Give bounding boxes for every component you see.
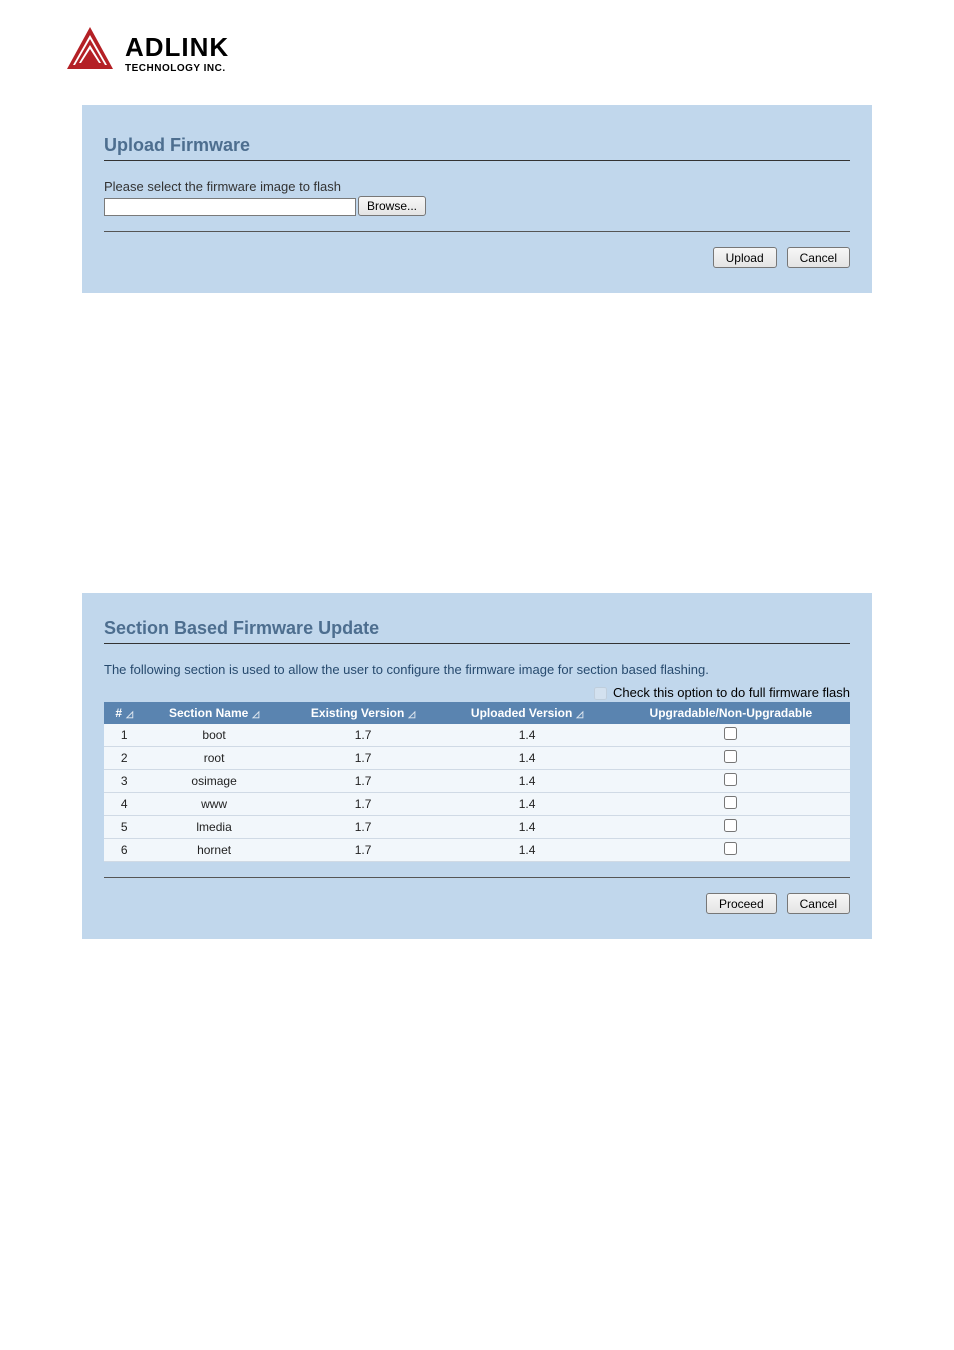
cell-num: 3: [104, 770, 144, 793]
cell-uploaded-version: 1.4: [442, 747, 611, 770]
sort-icon: ◿: [576, 709, 583, 719]
logo-area: ADLINK TECHNOLOGY INC.: [0, 25, 954, 105]
sort-icon: ◿: [252, 709, 259, 719]
table-row: 3osimage1.71.4: [104, 770, 850, 793]
table-row: 5lmedia1.71.4: [104, 816, 850, 839]
cell-section-name: root: [144, 747, 283, 770]
logo-brand: ADLINK: [125, 32, 229, 63]
cell-upgradable: [612, 816, 850, 839]
proceed-button[interactable]: Proceed: [706, 893, 777, 914]
cell-section-name: www: [144, 793, 283, 816]
col-existing-version[interactable]: Existing Version◿: [284, 702, 443, 724]
upload-prompt: Please select the firmware image to flas…: [104, 179, 850, 194]
upgradable-checkbox[interactable]: [724, 773, 737, 786]
cell-section-name: hornet: [144, 839, 283, 862]
cell-section-name: lmedia: [144, 816, 283, 839]
sort-icon: ◿: [408, 709, 415, 719]
cell-upgradable: [612, 793, 850, 816]
cell-existing-version: 1.7: [284, 816, 443, 839]
section-firmware-panel: Section Based Firmware Update The follow…: [82, 593, 872, 939]
upgradable-checkbox[interactable]: [724, 842, 737, 855]
cell-section-name: boot: [144, 724, 283, 747]
cell-existing-version: 1.7: [284, 839, 443, 862]
full-flash-checkbox[interactable]: [594, 687, 607, 700]
upgradable-checkbox[interactable]: [724, 750, 737, 763]
section-panel-title: Section Based Firmware Update: [104, 618, 850, 644]
col-upgradable: Upgradable/Non-Upgradable: [612, 702, 850, 724]
logo-text: ADLINK TECHNOLOGY INC.: [125, 32, 229, 74]
cell-upgradable: [612, 770, 850, 793]
cell-uploaded-version: 1.4: [442, 816, 611, 839]
cell-num: 5: [104, 816, 144, 839]
cell-upgradable: [612, 839, 850, 862]
upload-firmware-panel: Upload Firmware Please select the firmwa…: [82, 105, 872, 293]
upload-cancel-button[interactable]: Cancel: [787, 247, 850, 268]
cell-uploaded-version: 1.4: [442, 839, 611, 862]
cell-uploaded-version: 1.4: [442, 770, 611, 793]
sort-icon: ◿: [126, 709, 133, 719]
section-panel-desc: The following section is used to allow t…: [104, 662, 850, 677]
upgradable-checkbox[interactable]: [724, 819, 737, 832]
table-row: 4www1.71.4: [104, 793, 850, 816]
full-flash-label: Check this option to do full firmware fl…: [613, 685, 850, 700]
cell-uploaded-version: 1.4: [442, 724, 611, 747]
cell-num: 2: [104, 747, 144, 770]
cell-existing-version: 1.7: [284, 793, 443, 816]
upgradable-checkbox[interactable]: [724, 796, 737, 809]
logo-tagline: TECHNOLOGY INC.: [125, 63, 229, 74]
cell-uploaded-version: 1.4: [442, 793, 611, 816]
section-cancel-button[interactable]: Cancel: [787, 893, 850, 914]
cell-existing-version: 1.7: [284, 770, 443, 793]
cell-num: 1: [104, 724, 144, 747]
col-uploaded-version[interactable]: Uploaded Version◿: [442, 702, 611, 724]
cell-num: 4: [104, 793, 144, 816]
cell-section-name: osimage: [144, 770, 283, 793]
table-row: 1boot1.71.4: [104, 724, 850, 747]
upload-panel-title: Upload Firmware: [104, 135, 850, 161]
cell-existing-version: 1.7: [284, 724, 443, 747]
firmware-file-input[interactable]: [104, 198, 356, 216]
cell-upgradable: [612, 724, 850, 747]
col-section-name[interactable]: Section Name◿: [144, 702, 283, 724]
upload-button[interactable]: Upload: [713, 247, 777, 268]
adlink-logo-icon: [65, 25, 115, 80]
cell-existing-version: 1.7: [284, 747, 443, 770]
col-num[interactable]: #◿: [104, 702, 144, 724]
cell-num: 6: [104, 839, 144, 862]
cell-upgradable: [612, 747, 850, 770]
table-row: 2root1.71.4: [104, 747, 850, 770]
table-row: 6hornet1.71.4: [104, 839, 850, 862]
browse-button[interactable]: Browse...: [358, 196, 426, 216]
upgradable-checkbox[interactable]: [724, 727, 737, 740]
firmware-sections-table: #◿ Section Name◿ Existing Version◿ Uploa…: [104, 702, 850, 862]
